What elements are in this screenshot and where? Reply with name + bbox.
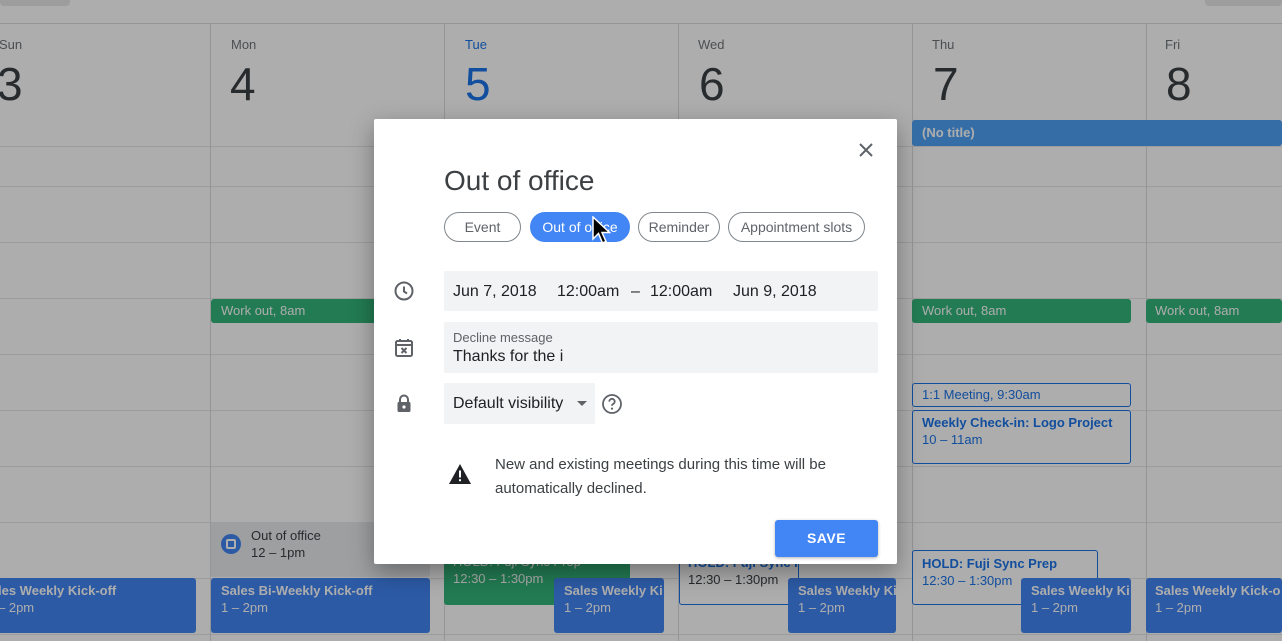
close-button[interactable] [855,139,877,161]
calendar-x-icon [395,339,413,357]
clock-icon [394,281,414,301]
end-date[interactable]: Jun 9, 2018 [733,283,817,301]
decline-warning-text: New and existing meetings during this ti… [495,456,826,497]
chevron-down-icon [577,401,587,406]
dialog-title: Out of office [444,165,595,196]
type-appointment-slots-button[interactable]: Appointment slots [728,212,865,242]
visibility-dropdown[interactable]: Default visibility [444,383,595,424]
visibility-value: Default visibility [453,395,564,412]
range-separator: – [631,283,640,300]
start-time[interactable]: 12:00am [557,283,619,301]
warning-icon [449,464,471,484]
help-icon[interactable] [601,393,623,415]
save-button[interactable]: SAVE [775,520,878,557]
decline-message-input[interactable]: Thanks for the i [453,348,563,366]
type-out-of-office-button[interactable]: Out of office [530,212,630,242]
type-reminder-button[interactable]: Reminder [638,212,720,242]
date-range-field: Jun 7, 2018 12:00am – 12:00am Jun 9, 201… [444,271,878,311]
cursor-icon [592,216,612,244]
type-event-button[interactable]: Event [444,212,521,242]
start-date[interactable]: Jun 7, 2018 [453,283,537,301]
close-icon [859,143,873,157]
decline-message-field[interactable]: Decline message Thanks for the i [444,322,878,373]
decline-message-label: Decline message [453,330,553,345]
lock-icon [397,394,411,412]
create-event-dialog: Out of office Event Out of office Remind… [374,119,897,564]
end-time[interactable]: 12:00am [650,283,712,301]
